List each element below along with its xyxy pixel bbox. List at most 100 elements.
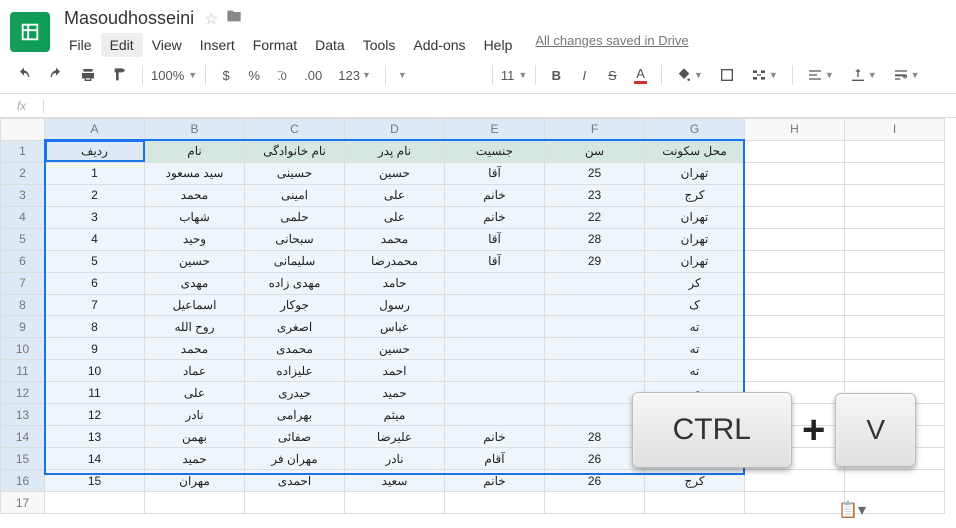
number-format-select[interactable]: 123▼ xyxy=(332,63,377,87)
cell[interactable]: مهران xyxy=(145,470,245,492)
menu-help[interactable]: Help xyxy=(475,33,522,57)
cell[interactable]: 28 xyxy=(545,228,645,250)
cell[interactable]: خانم xyxy=(445,184,545,206)
cell[interactable]: حامد xyxy=(345,272,445,294)
cell[interactable]: عباس xyxy=(345,316,445,338)
col-header-B[interactable]: B xyxy=(145,119,245,141)
col-header-F[interactable]: F xyxy=(545,119,645,141)
dec-increase-icon[interactable]: .00 xyxy=(298,63,328,87)
cell[interactable]: 14 xyxy=(45,448,145,470)
cell[interactable]: سعید xyxy=(345,470,445,492)
cell-I1[interactable] xyxy=(845,140,945,162)
cell[interactable]: 10 xyxy=(45,360,145,382)
cell[interactable] xyxy=(445,316,545,338)
row-header-17[interactable]: 17 xyxy=(1,492,45,514)
cell[interactable]: علی xyxy=(345,184,445,206)
cell[interactable]: علی xyxy=(145,382,245,404)
cell[interactable] xyxy=(745,492,845,514)
strike-button[interactable]: S xyxy=(600,63,624,87)
cell[interactable]: 8 xyxy=(45,316,145,338)
cell[interactable] xyxy=(745,272,845,294)
valign-button[interactable]: ▼ xyxy=(844,63,883,87)
cell[interactable]: محمد xyxy=(345,228,445,250)
menu-file[interactable]: File xyxy=(60,33,101,57)
cell[interactable] xyxy=(445,338,545,360)
cell[interactable]: احمدی xyxy=(245,470,345,492)
cell[interactable]: کرج xyxy=(645,184,745,206)
print-icon[interactable] xyxy=(74,63,102,87)
cell[interactable]: 7 xyxy=(45,294,145,316)
cell[interactable] xyxy=(845,470,945,492)
cell[interactable] xyxy=(445,382,545,404)
row-header[interactable]: 14 xyxy=(1,426,45,448)
cell[interactable]: 9 xyxy=(45,338,145,360)
cell[interactable]: 3 xyxy=(45,206,145,228)
cell-F1[interactable]: سن xyxy=(545,140,645,162)
cell[interactable] xyxy=(445,404,545,426)
cell-D1[interactable]: نام پدر xyxy=(345,140,445,162)
cell[interactable]: ته xyxy=(645,338,745,360)
cell[interactable]: ته xyxy=(645,316,745,338)
cell[interactable]: ک xyxy=(645,294,745,316)
cell[interactable]: خانم xyxy=(445,426,545,448)
cell[interactable]: تهران xyxy=(645,206,745,228)
cell[interactable]: 26 xyxy=(545,470,645,492)
cell[interactable] xyxy=(845,294,945,316)
cell[interactable] xyxy=(245,492,345,514)
italic-button[interactable]: I xyxy=(572,63,596,87)
row-header[interactable]: 12 xyxy=(1,382,45,404)
cell[interactable]: حسین xyxy=(345,162,445,184)
cell[interactable]: محمدی xyxy=(245,338,345,360)
cell[interactable]: آقا xyxy=(445,250,545,272)
bold-button[interactable]: B xyxy=(544,63,568,87)
col-header-H[interactable]: H xyxy=(745,119,845,141)
zoom-select[interactable]: 100%▼ xyxy=(151,68,197,83)
cell[interactable] xyxy=(545,272,645,294)
cell[interactable]: 12 xyxy=(45,404,145,426)
cell[interactable] xyxy=(345,492,445,514)
cell[interactable] xyxy=(545,294,645,316)
cell[interactable] xyxy=(745,294,845,316)
cell[interactable] xyxy=(845,162,945,184)
cell[interactable]: کرج xyxy=(645,470,745,492)
col-header-G[interactable]: G xyxy=(645,119,745,141)
cell[interactable]: محمد xyxy=(145,184,245,206)
cell[interactable] xyxy=(745,360,845,382)
menu-view[interactable]: View xyxy=(143,33,191,57)
row-header[interactable]: 2 xyxy=(1,162,45,184)
cell[interactable]: نادر xyxy=(145,404,245,426)
cell[interactable]: خانم xyxy=(445,470,545,492)
cell[interactable] xyxy=(745,228,845,250)
redo-icon[interactable] xyxy=(42,63,70,87)
cell[interactable] xyxy=(745,162,845,184)
row-header[interactable]: 8 xyxy=(1,294,45,316)
cell[interactable] xyxy=(745,338,845,360)
menu-format[interactable]: Format xyxy=(244,33,306,57)
cell[interactable]: ته xyxy=(645,360,745,382)
cell[interactable] xyxy=(445,272,545,294)
font-select[interactable]: ▼ xyxy=(394,70,484,80)
wrap-button[interactable]: ▼ xyxy=(887,63,926,87)
row-header[interactable]: 6 xyxy=(1,250,45,272)
cell[interactable]: مهدی xyxy=(145,272,245,294)
col-header-A[interactable]: A xyxy=(45,119,145,141)
cell[interactable]: آقا xyxy=(445,162,545,184)
cell-H1[interactable] xyxy=(745,140,845,162)
cell[interactable] xyxy=(45,492,145,514)
cell[interactable]: علیرضا xyxy=(345,426,445,448)
cell[interactable] xyxy=(445,492,545,514)
cell[interactable]: 1 xyxy=(45,162,145,184)
cell[interactable] xyxy=(745,206,845,228)
menu-tools[interactable]: Tools xyxy=(354,33,405,57)
row-header[interactable]: 3 xyxy=(1,184,45,206)
cell[interactable]: 22 xyxy=(545,206,645,228)
cell[interactable]: سید مسعود xyxy=(145,162,245,184)
currency-icon[interactable]: $ xyxy=(214,63,238,87)
col-header-D[interactable]: D xyxy=(345,119,445,141)
merge-button[interactable]: ▼ xyxy=(745,63,784,87)
cell[interactable]: 28 xyxy=(545,426,645,448)
halign-button[interactable]: ▼ xyxy=(801,63,840,87)
cell[interactable]: سلیمانی xyxy=(245,250,345,272)
cell[interactable]: 11 xyxy=(45,382,145,404)
cell[interactable]: امینی xyxy=(245,184,345,206)
